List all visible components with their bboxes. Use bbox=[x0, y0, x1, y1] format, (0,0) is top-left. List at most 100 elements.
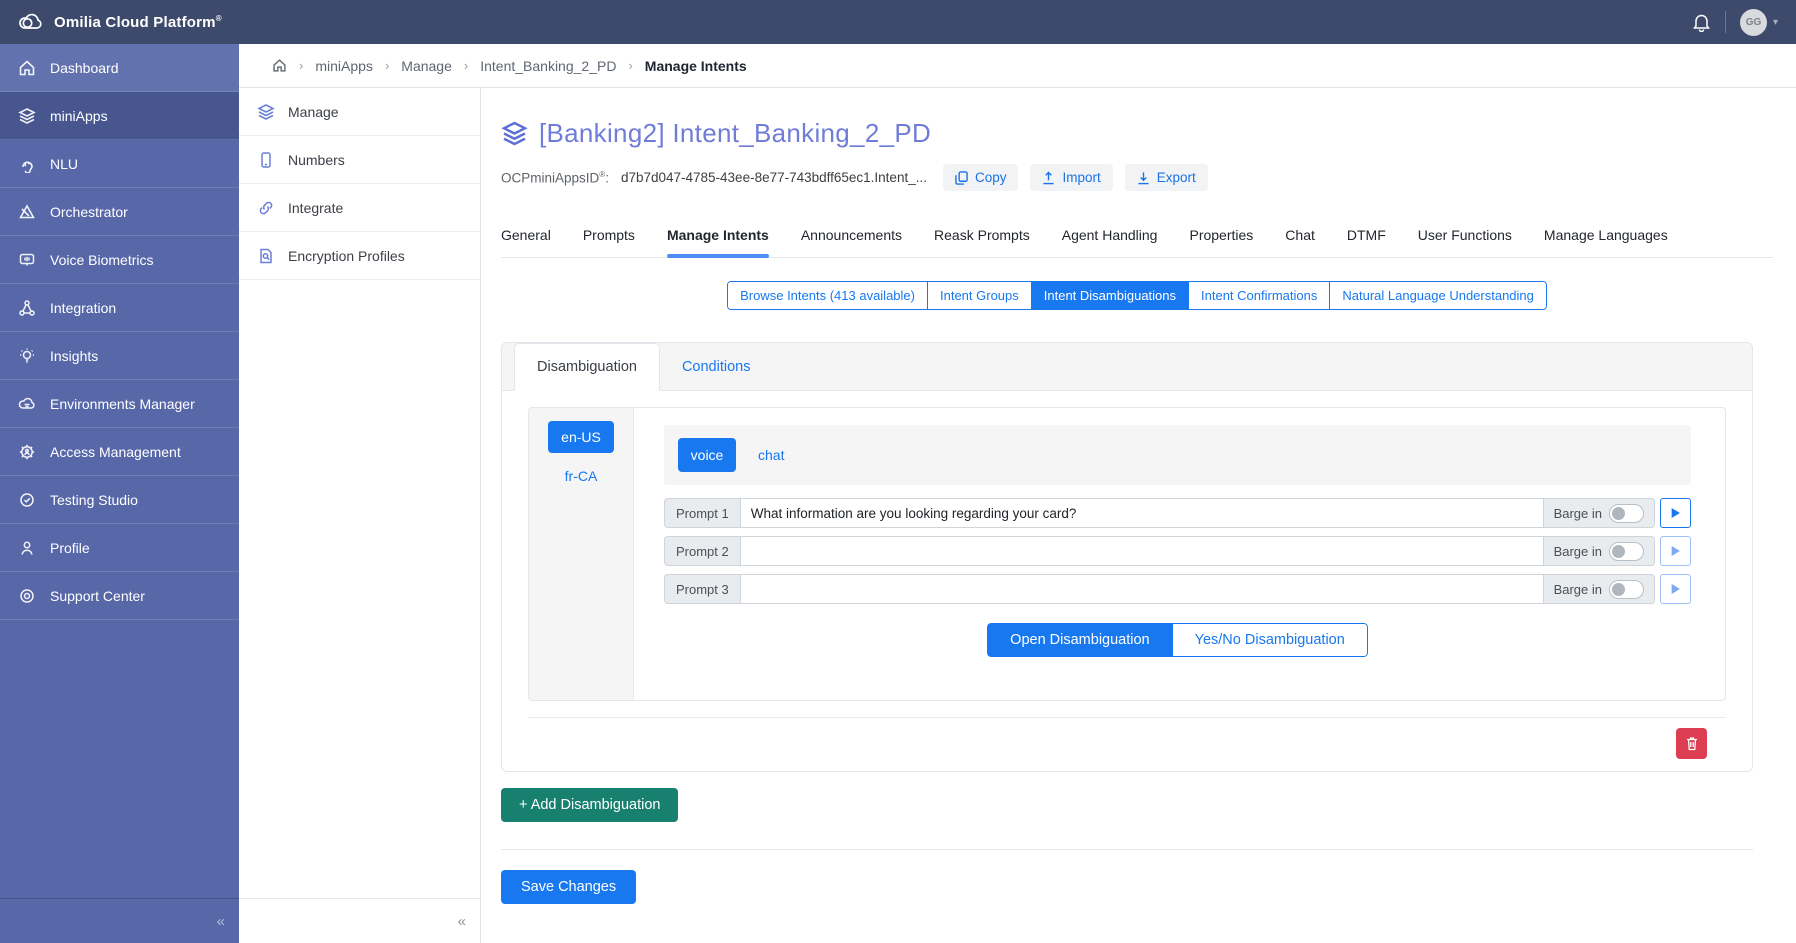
tab-prompts[interactable]: Prompts bbox=[583, 227, 635, 257]
subsidebar-item-integrate[interactable]: Integrate bbox=[239, 184, 480, 232]
upload-icon bbox=[1042, 171, 1055, 185]
breadcrumb-home-icon[interactable] bbox=[272, 58, 287, 73]
prompt-1-barge-toggle[interactable] bbox=[1609, 504, 1644, 523]
subtab-intent-groups[interactable]: Intent Groups bbox=[928, 282, 1032, 309]
sidebar-item-environments-manager[interactable]: Environments Manager bbox=[0, 380, 239, 428]
sidebar-item-dashboard[interactable]: Dashboard bbox=[0, 44, 239, 92]
tab-manage-languages[interactable]: Manage Languages bbox=[1544, 227, 1668, 257]
secondary-sidebar: Manage Numbers Integrate Encryption Prof… bbox=[239, 88, 481, 943]
page-title-row: [Banking2] Intent_Banking_2_PD bbox=[501, 118, 1773, 149]
subtab-browse-intents[interactable]: Browse Intents (413 available) bbox=[728, 282, 928, 309]
subtab-intent-disambiguations[interactable]: Intent Disambiguations bbox=[1032, 282, 1189, 309]
sidebar-item-nlu[interactable]: NLU bbox=[0, 140, 239, 188]
topbar-divider bbox=[1725, 11, 1726, 33]
voice-biometrics-icon bbox=[18, 251, 36, 269]
lightbulb-icon bbox=[18, 347, 36, 365]
prompt-3-play-button[interactable] bbox=[1660, 574, 1691, 604]
channel-tab-chat[interactable]: chat bbox=[758, 447, 784, 463]
prompt-2-input[interactable] bbox=[740, 536, 1544, 566]
prompt-1-play-button[interactable] bbox=[1660, 498, 1691, 528]
app-id-row: OCPminiAppsID®: d7b7d047-4785-43ee-8e77-… bbox=[501, 164, 1773, 191]
phone-icon bbox=[257, 151, 275, 169]
sidebar-item-support-center[interactable]: Support Center bbox=[0, 572, 239, 620]
sidebar-item-integration[interactable]: Integration bbox=[0, 284, 239, 332]
top-bar: Omilia Cloud Platform® GG ▾ bbox=[0, 0, 1796, 44]
breadcrumb-current: Manage Intents bbox=[645, 58, 747, 74]
bottom-divider bbox=[501, 849, 1753, 850]
sidebar-item-profile[interactable]: Profile bbox=[0, 524, 239, 572]
tab-user-functions[interactable]: User Functions bbox=[1418, 227, 1512, 257]
tab-dtmf[interactable]: DTMF bbox=[1347, 227, 1386, 257]
prompt-3-barge-toggle[interactable] bbox=[1609, 580, 1644, 599]
subsidebar-item-manage[interactable]: Manage bbox=[239, 88, 480, 136]
prompt-row-1: Prompt 1 Barge in bbox=[664, 498, 1691, 528]
bell-icon[interactable] bbox=[1692, 12, 1711, 32]
user-menu[interactable]: GG ▾ bbox=[1740, 9, 1778, 36]
yesno-disambiguation-button[interactable]: Yes/No Disambiguation bbox=[1173, 623, 1368, 657]
link-icon bbox=[257, 199, 275, 217]
breadcrumb-app[interactable]: Intent_Banking_2_PD bbox=[480, 58, 616, 74]
prompt-3-input[interactable] bbox=[740, 574, 1544, 604]
tab-reask-prompts[interactable]: Reask Prompts bbox=[934, 227, 1030, 257]
cloud-logo-icon bbox=[18, 12, 44, 32]
subtab-nlu[interactable]: Natural Language Understanding bbox=[1330, 282, 1546, 309]
sidebar-footer: « bbox=[0, 898, 239, 943]
prompt-2-barge-cell: Barge in bbox=[1544, 536, 1655, 566]
breadcrumb-miniapps[interactable]: miniApps bbox=[315, 58, 373, 74]
prompt-row-2: Prompt 2 Barge in bbox=[664, 536, 1691, 566]
sidebar-item-access-management[interactable]: Access Management bbox=[0, 428, 239, 476]
tab-announcements[interactable]: Announcements bbox=[801, 227, 902, 257]
document-search-icon bbox=[257, 247, 275, 265]
tab-agent-handling[interactable]: Agent Handling bbox=[1062, 227, 1158, 257]
channel-bar: voice chat bbox=[664, 425, 1691, 485]
prompt-2-label: Prompt 2 bbox=[664, 536, 740, 566]
sidebar-item-orchestrator[interactable]: Orchestrator bbox=[0, 188, 239, 236]
orchestrator-icon bbox=[18, 203, 36, 221]
delete-disambiguation-button[interactable] bbox=[1676, 728, 1707, 759]
app-id-label: OCPminiAppsID®: bbox=[501, 170, 609, 186]
language-tab-fr-ca[interactable]: fr-CA bbox=[565, 468, 598, 484]
sidebar-item-miniapps[interactable]: miniApps bbox=[0, 92, 239, 140]
subsidebar-item-encryption-profiles[interactable]: Encryption Profiles bbox=[239, 232, 480, 280]
subtab-intent-confirmations[interactable]: Intent Confirmations bbox=[1189, 282, 1330, 309]
tab-properties[interactable]: Properties bbox=[1189, 227, 1253, 257]
avatar[interactable]: GG bbox=[1740, 9, 1767, 36]
sidebar-collapse-icon[interactable]: « bbox=[217, 913, 225, 930]
prompt-3-barge-cell: Barge in bbox=[1544, 574, 1655, 604]
tab-chat[interactable]: Chat bbox=[1285, 227, 1315, 257]
prompt-1-label: Prompt 1 bbox=[664, 498, 740, 528]
sidebar-item-insights[interactable]: Insights bbox=[0, 332, 239, 380]
copy-button[interactable]: Copy bbox=[943, 164, 1019, 191]
open-disambiguation-button[interactable]: Open Disambiguation bbox=[987, 623, 1172, 657]
person-icon bbox=[18, 539, 36, 557]
tab-general[interactable]: General bbox=[501, 227, 551, 257]
subsidebar-item-numbers[interactable]: Numbers bbox=[239, 136, 480, 184]
prompt-row-3: Prompt 3 Barge in bbox=[664, 574, 1691, 604]
save-changes-button[interactable]: Save Changes bbox=[501, 870, 636, 904]
add-disambiguation-button[interactable]: + Add Disambiguation bbox=[501, 788, 678, 822]
page-title: [Banking2] Intent_Banking_2_PD bbox=[539, 118, 931, 149]
layers-icon bbox=[501, 120, 528, 147]
card-tab-disambiguation[interactable]: Disambiguation bbox=[514, 343, 660, 391]
breadcrumb-manage[interactable]: Manage bbox=[401, 58, 452, 74]
prompt-2-barge-toggle[interactable] bbox=[1609, 542, 1644, 561]
prompt-list: Prompt 1 Barge in bbox=[664, 498, 1691, 604]
panel-collapse-icon[interactable]: « bbox=[458, 913, 466, 930]
caret-down-icon[interactable]: ▾ bbox=[1773, 17, 1778, 28]
prompt-1-input[interactable] bbox=[740, 498, 1544, 528]
channel-tab-voice[interactable]: voice bbox=[678, 438, 736, 472]
sidebar-item-testing-studio[interactable]: Testing Studio bbox=[0, 476, 239, 524]
breadcrumb: › miniApps › Manage › Intent_Banking_2_P… bbox=[272, 58, 747, 74]
prompt-2-play-button[interactable] bbox=[1660, 536, 1691, 566]
language-tab-en-us[interactable]: en-US bbox=[548, 421, 614, 453]
disambiguation-card: Disambiguation Conditions en-US fr-CA vo… bbox=[501, 342, 1753, 772]
export-button[interactable]: Export bbox=[1125, 164, 1208, 191]
intent-subtab-row: Browse Intents (413 available) Intent Gr… bbox=[501, 281, 1773, 310]
play-icon bbox=[1670, 545, 1681, 557]
play-icon bbox=[1670, 507, 1681, 519]
sidebar-item-voice-biometrics[interactable]: Voice Biometrics bbox=[0, 236, 239, 284]
tab-manage-intents[interactable]: Manage Intents bbox=[667, 227, 769, 257]
import-button[interactable]: Import bbox=[1030, 164, 1112, 191]
card-tab-conditions[interactable]: Conditions bbox=[660, 343, 773, 390]
card-tab-strip: Disambiguation Conditions bbox=[502, 343, 1752, 391]
